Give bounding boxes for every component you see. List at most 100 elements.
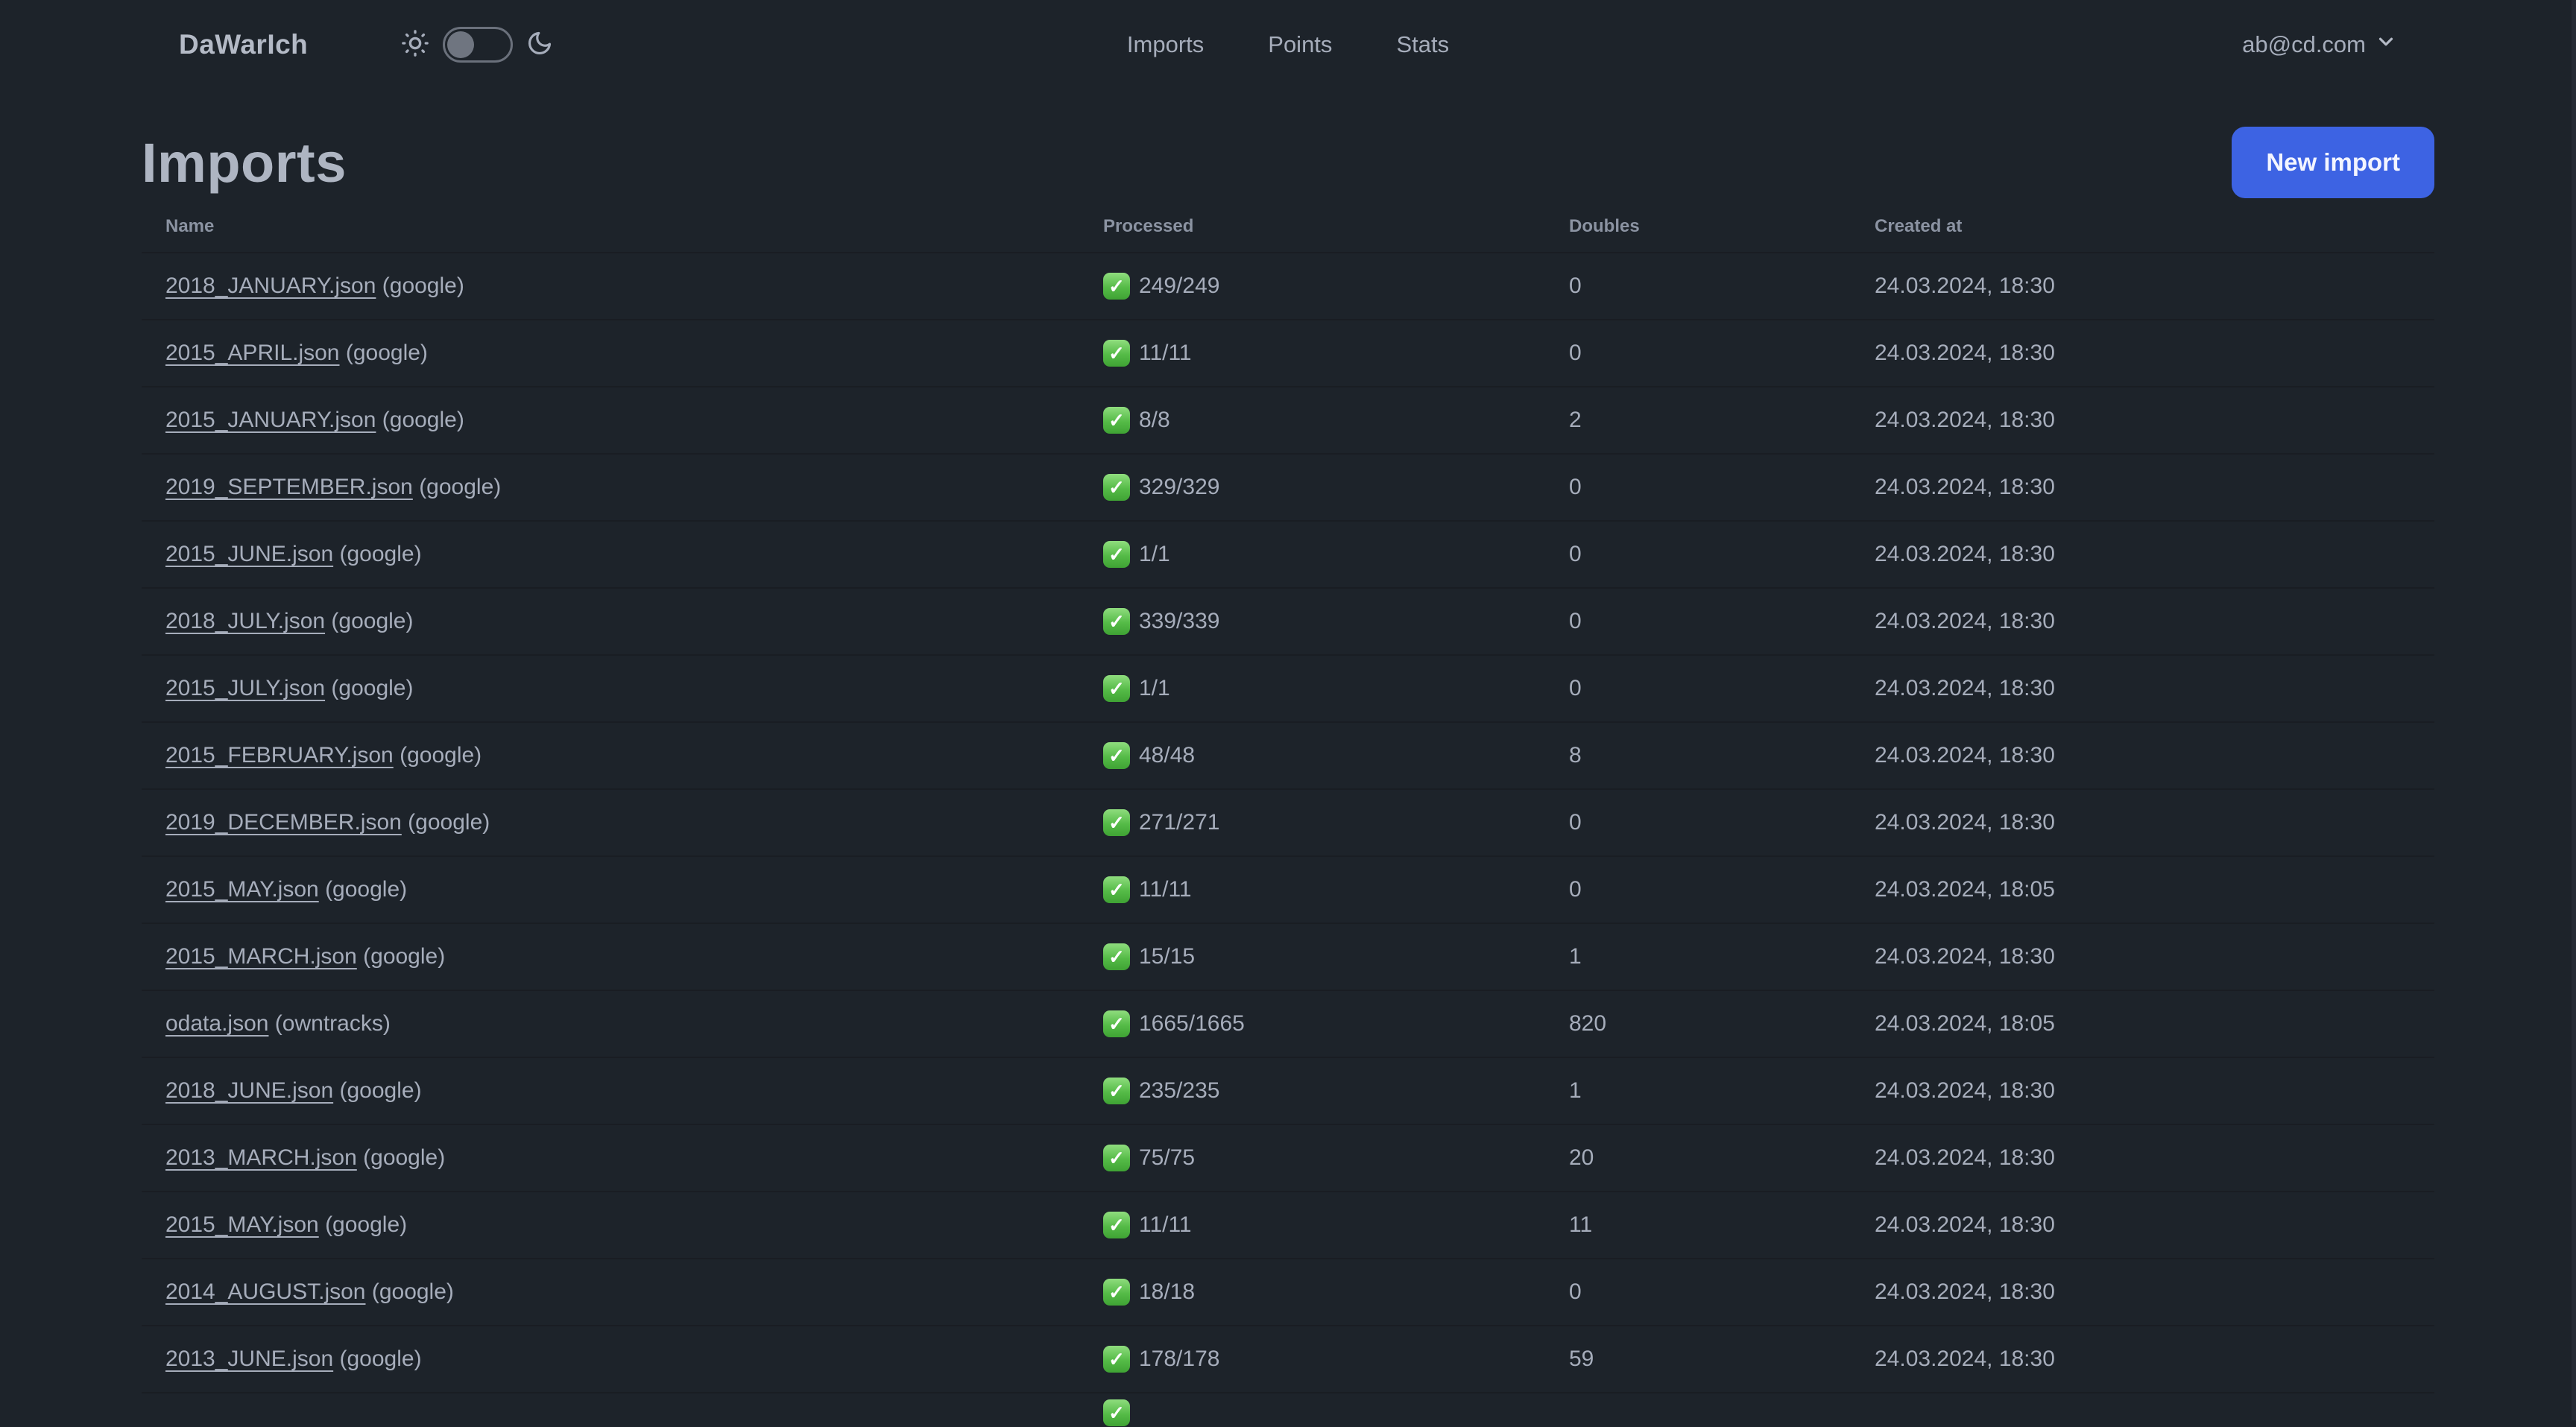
navbar: DaWarIch Imports Points Stats ab@cd.com [0,0,2576,89]
check-mark-emoji-icon [1103,1145,1130,1171]
imports-page: Imports New import Name Processed Double… [142,127,2434,1427]
processed-count: 235/235 [1139,1078,1220,1103]
processed-cell: 15/15 [1079,923,1545,991]
import-file-link[interactable]: 2015_MAY.json [165,877,319,902]
new-import-button[interactable]: New import [2232,127,2434,198]
import-file-link[interactable]: 2015_JANUARY.json [165,408,376,432]
created-at-cell: 24.03.2024, 18:30 [1851,1124,2434,1192]
import-file-link[interactable]: 2015_MARCH.json [165,944,357,969]
processed-cell: 329/329 [1079,454,1545,522]
sun-icon [401,29,429,61]
import-file-link[interactable]: 2015_JUNE.json [165,542,333,566]
column-header-name: Name [142,198,1079,253]
check-mark-emoji-icon [1103,273,1130,300]
table-row: 2018_JULY.json (google) 339/339 0 24.03.… [142,588,2434,656]
check-mark-emoji-icon [1103,809,1130,836]
import-source-label: (google) [339,542,422,566]
import-file-link[interactable]: 2015_APRIL.json [165,341,340,365]
check-mark-emoji-icon [1103,340,1130,367]
name-cell: 2014_AUGUST.json (google) [142,1259,1079,1326]
partial-table-row [142,1393,2434,1427]
import-file-link[interactable]: 2015_MAY.json [165,1212,319,1237]
created-at-cell [1851,1393,2434,1427]
created-at-cell: 24.03.2024, 18:05 [1851,990,2434,1058]
name-cell: 2019_DECEMBER.json (google) [142,789,1079,857]
table-row: 2019_SEPTEMBER.json (google) 329/329 0 2… [142,454,2434,522]
processed-count: 15/15 [1139,944,1196,969]
doubles-cell: 8 [1545,722,1851,790]
app-logo[interactable]: DaWarIch [179,29,308,60]
doubles-cell: 0 [1545,655,1851,723]
check-mark-emoji-icon [1103,1399,1130,1426]
nav-link-imports[interactable]: Imports [1117,24,1214,66]
import-file-link[interactable]: 2015_FEBRUARY.json [165,743,394,768]
table-row: 2015_MAY.json (google) 11/11 0 24.03.202… [142,856,2434,924]
table-header: Name Processed Doubles Created at [142,198,2434,253]
theme-switch[interactable] [443,27,514,63]
processed-cell: 11/11 [1079,320,1545,387]
import-file-link[interactable]: 2018_JULY.json [165,609,325,633]
created-at-cell: 24.03.2024, 18:30 [1851,722,2434,790]
name-cell: 2013_MARCH.json (google) [142,1124,1079,1192]
table-row: 2018_JANUARY.json (google) 249/249 0 24.… [142,253,2434,320]
processed-cell: 1/1 [1079,655,1545,723]
main-nav: Imports Points Stats [1117,24,1459,66]
import-file-link[interactable]: 2018_JANUARY.json [165,273,376,298]
processed-count: 11/11 [1139,341,1192,365]
processed-cell: 11/11 [1079,856,1545,924]
processed-cell [1079,1393,1545,1427]
name-cell: 2015_MARCH.json (google) [142,923,1079,991]
processed-cell: 18/18 [1079,1259,1545,1326]
import-file-link[interactable]: 2013_JUNE.json [165,1347,333,1371]
table-row: 2018_JUNE.json (google) 235/235 1 24.03.… [142,1057,2434,1125]
created-at-cell: 24.03.2024, 18:30 [1851,1192,2434,1259]
processed-count: 1/1 [1139,542,1170,566]
import-source-label: (google) [331,676,414,700]
processed-count: 178/178 [1139,1347,1220,1371]
import-file-link[interactable]: odata.json [165,1011,268,1036]
check-mark-emoji-icon [1103,608,1130,635]
theme-switch-knob [447,31,475,58]
import-source-label: (google) [363,1145,446,1170]
account-menu[interactable]: ab@cd.com [2242,31,2397,59]
name-cell: 2018_JANUARY.json (google) [142,253,1079,320]
name-cell: 2015_JANUARY.json (google) [142,387,1079,455]
check-mark-emoji-icon [1103,1212,1130,1238]
nav-link-points[interactable]: Points [1257,24,1342,66]
table-row: 2015_MAY.json (google) 11/11 11 24.03.20… [142,1192,2434,1259]
import-file-link[interactable]: 2019_SEPTEMBER.json [165,475,413,499]
created-at-cell: 24.03.2024, 18:30 [1851,1259,2434,1326]
theme-toggle[interactable] [401,27,553,63]
name-cell [142,1393,1079,1427]
doubles-cell: 2 [1545,387,1851,455]
import-file-link[interactable]: 2018_JUNE.json [165,1078,333,1103]
table-row: 2019_DECEMBER.json (google) 271/271 0 24… [142,789,2434,857]
import-file-link[interactable]: 2014_AUGUST.json [165,1279,365,1304]
processed-cell: 178/178 [1079,1326,1545,1393]
processed-count: 339/339 [1139,609,1220,633]
processed-cell: 8/8 [1079,387,1545,455]
import-file-link[interactable]: 2019_DECEMBER.json [165,810,402,835]
name-cell: 2015_JUNE.json (google) [142,521,1079,589]
doubles-cell: 0 [1545,521,1851,589]
check-mark-emoji-icon [1103,876,1130,903]
name-cell: 2018_JULY.json (google) [142,588,1079,656]
name-cell: 2015_JULY.json (google) [142,655,1079,723]
processed-cell: 271/271 [1079,789,1545,857]
import-file-link[interactable]: 2015_JULY.json [165,676,325,700]
doubles-cell: 0 [1545,320,1851,387]
created-at-cell: 24.03.2024, 18:30 [1851,320,2434,387]
created-at-cell: 24.03.2024, 18:30 [1851,1057,2434,1125]
created-at-cell: 24.03.2024, 18:30 [1851,1326,2434,1393]
import-file-link[interactable]: 2013_MARCH.json [165,1145,357,1170]
created-at-cell: 24.03.2024, 18:30 [1851,454,2434,522]
processed-cell: 11/11 [1079,1192,1545,1259]
name-cell: odata.json (owntracks) [142,990,1079,1058]
name-cell: 2013_JUNE.json (google) [142,1326,1079,1393]
processed-count: 11/11 [1139,877,1192,902]
nav-link-stats[interactable]: Stats [1386,24,1459,66]
check-mark-emoji-icon [1103,742,1130,769]
page-scrollbar[interactable] [2572,0,2576,1420]
check-mark-emoji-icon [1103,407,1130,434]
name-cell: 2015_MAY.json (google) [142,1192,1079,1259]
